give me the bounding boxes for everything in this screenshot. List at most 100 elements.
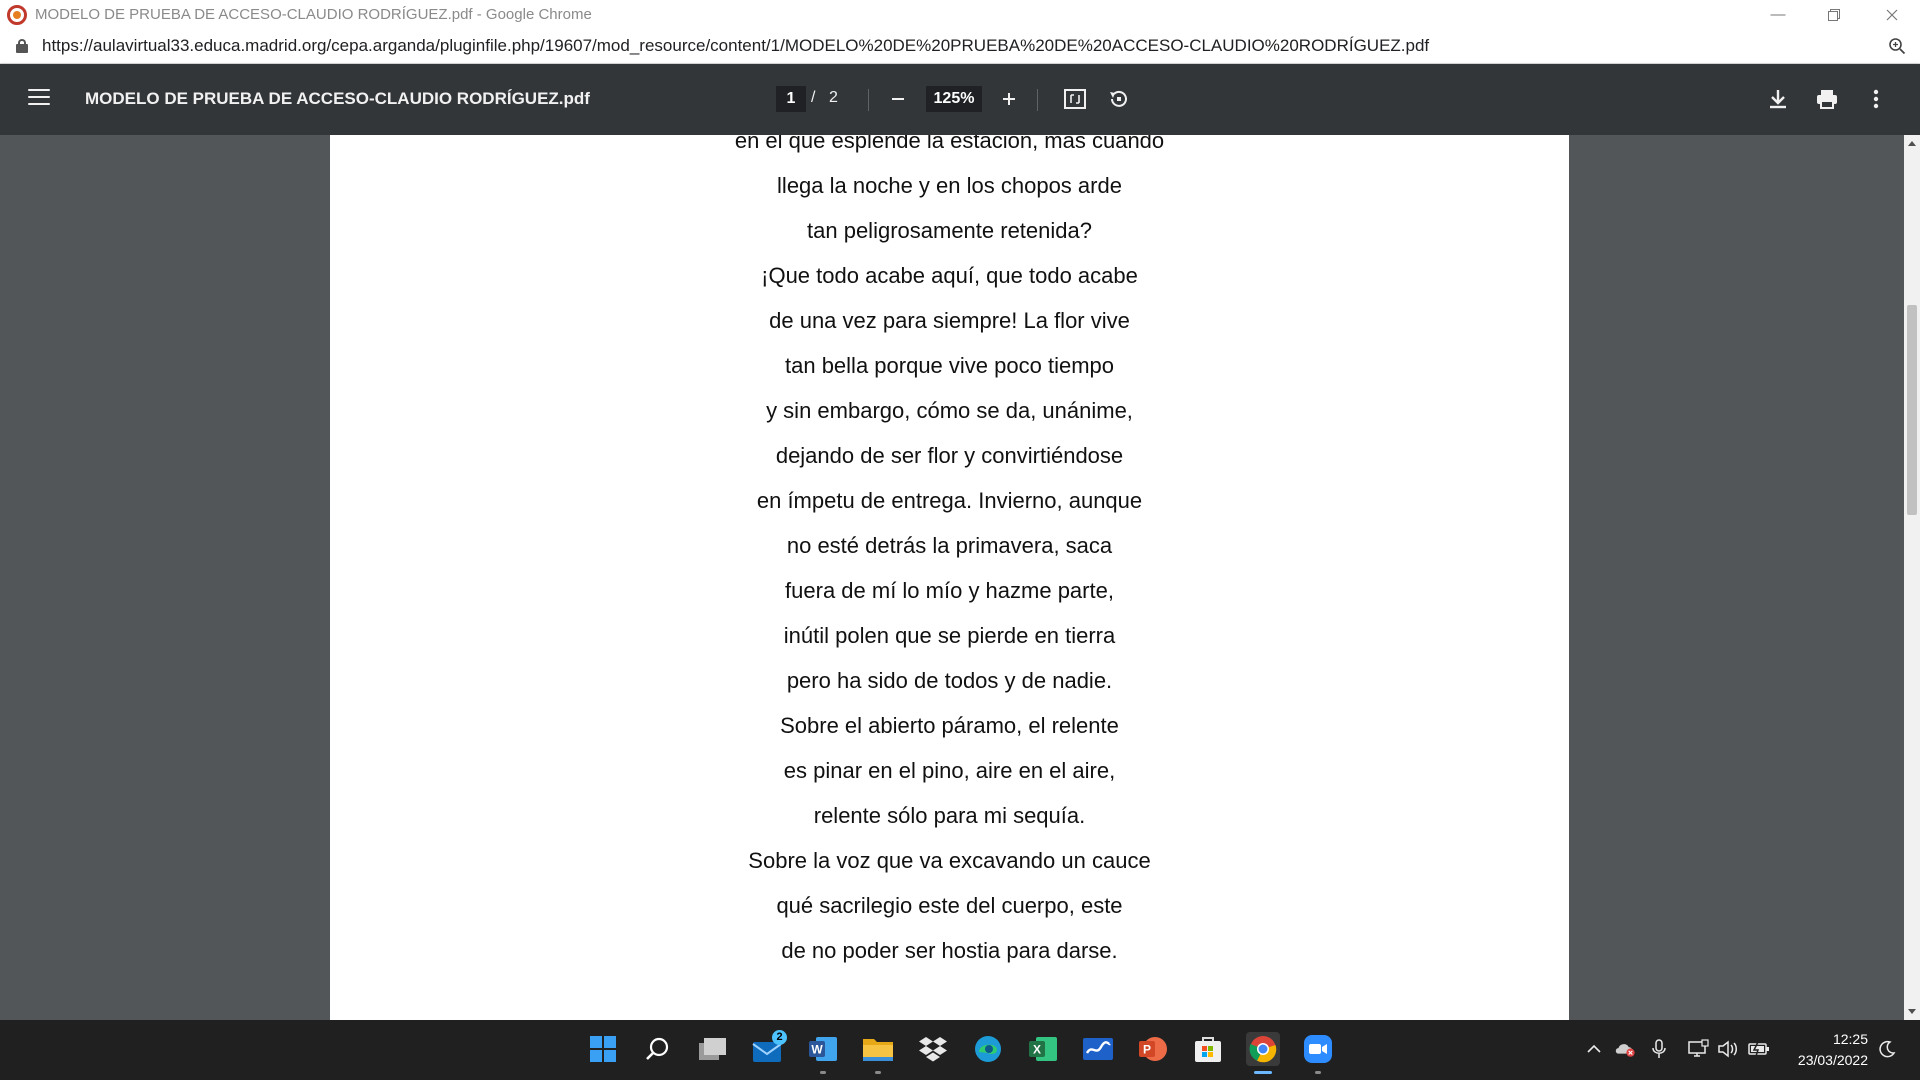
svg-text:P: P — [1143, 1043, 1151, 1057]
poem-line: en ímpetu de entrega. Invierno, aunque — [756, 488, 1143, 513]
clock-date: 23/03/2022 — [1797, 1052, 1868, 1068]
window-title: MODELO DE PRUEBA DE ACCESO-CLAUDIO RODRÍ… — [35, 6, 592, 23]
page-number-input[interactable]: 1 — [776, 86, 806, 112]
scroll-up-arrow-icon[interactable] — [1908, 141, 1916, 146]
network-icon — [1688, 1039, 1709, 1057]
poem-line: no esté detrás la primavera, saca — [786, 533, 1113, 558]
zoom-level-input[interactable]: 125% — [926, 86, 982, 112]
poem-line: inútil polen que se pierde en tierra — [783, 623, 1116, 648]
poem-line: relente sólo para mi sequía. — [813, 803, 1086, 828]
volume-button[interactable] — [1717, 1038, 1739, 1060]
whiteboard-app-button[interactable] — [1081, 1032, 1115, 1066]
word-app-button[interactable]: W — [806, 1032, 840, 1066]
onedrive-error-icon — [1615, 1044, 1635, 1057]
scroll-down-arrow-icon[interactable] — [1908, 1009, 1916, 1014]
window-title-bar: MODELO DE PRUEBA DE ACCESO-CLAUDIO RODRÍ… — [0, 0, 1920, 29]
more-actions-button[interactable] — [1863, 86, 1889, 112]
chevron-up-icon — [1587, 1044, 1601, 1053]
system-clock[interactable]: 12:25 23/03/2022 — [1798, 1029, 1868, 1071]
show-hidden-icons-button[interactable] — [1583, 1038, 1605, 1060]
word-icon: W — [809, 1037, 837, 1061]
task-view-button[interactable] — [696, 1032, 730, 1066]
restore-button[interactable] — [1806, 0, 1862, 29]
excel-icon: X — [1029, 1037, 1057, 1061]
print-icon — [1817, 90, 1837, 109]
network-button[interactable] — [1687, 1038, 1709, 1060]
poem-line: tan bella porque vive poco tiempo — [785, 353, 1114, 378]
close-window-button[interactable] — [1864, 0, 1920, 29]
chrome-app-button[interactable] — [1246, 1032, 1280, 1066]
search-button[interactable] — [641, 1032, 675, 1066]
windows-start-icon — [590, 1036, 616, 1062]
battery-charging-icon — [1748, 1041, 1769, 1057]
minus-icon — [892, 98, 904, 100]
zoom-icon — [1304, 1035, 1332, 1063]
download-icon — [1770, 90, 1786, 109]
poem-line: tan peligrosamente retenida? — [807, 218, 1092, 243]
microphone-icon — [1652, 1039, 1666, 1058]
sidebar-menu-icon[interactable] — [28, 89, 50, 109]
fit-to-page-button[interactable] — [1062, 86, 1088, 112]
zoom-app-button[interactable] — [1301, 1032, 1335, 1066]
poem-line: de no poder ser hostia para darse. — [781, 938, 1118, 963]
zoom-in-button[interactable] — [996, 86, 1022, 112]
lock-icon[interactable] — [16, 39, 28, 53]
microphone-button[interactable] — [1648, 1038, 1670, 1060]
microsoft-store-button[interactable] — [1191, 1032, 1225, 1066]
rotate-button[interactable] — [1106, 86, 1132, 112]
windows-start-button[interactable] — [586, 1032, 620, 1066]
poem-line: es pinar en el pino, aire en el aire, — [783, 758, 1116, 783]
search-icon — [646, 1037, 669, 1060]
moon-icon — [1879, 1040, 1896, 1058]
fit-page-icon — [1064, 89, 1086, 109]
print-button[interactable] — [1814, 86, 1840, 112]
poem-line: Sobre el abierto páramo, el relente — [780, 713, 1119, 738]
poem-line: llega la noche y en los chopos arde — [777, 173, 1122, 198]
battery-button[interactable] — [1748, 1038, 1770, 1060]
file-explorer-icon — [863, 1039, 893, 1061]
close-icon — [1886, 9, 1898, 20]
rotate-counterclockwise-icon — [1110, 90, 1127, 107]
mail-unread-badge: 2 — [772, 1030, 787, 1045]
dropbox-button[interactable] — [916, 1032, 950, 1066]
clock-time: 12:25 — [1832, 1031, 1868, 1047]
restore-icon — [1828, 8, 1840, 21]
pdf-title: MODELO DE PRUEBA DE ACCESO-CLAUDIO RODRÍ… — [85, 89, 590, 108]
excel-app-button[interactable]: X — [1026, 1032, 1060, 1066]
poem-line: ¡Que todo acabe aquí, que todo acabe — [761, 263, 1138, 288]
edge-browser-button[interactable] — [971, 1032, 1005, 1066]
minimize-button[interactable]: — — [1750, 0, 1806, 29]
poem-line: dejando de ser flor y convirtiéndose — [775, 443, 1124, 468]
svg-text:W: W — [811, 1043, 823, 1057]
speaker-icon — [1718, 1040, 1737, 1058]
vertical-scrollbar[interactable] — [1904, 135, 1920, 1020]
scrollbar-thumb[interactable] — [1907, 305, 1917, 515]
microsoft-store-icon — [1195, 1037, 1221, 1062]
zoom-out-button[interactable] — [885, 86, 911, 112]
task-view-icon — [699, 1038, 726, 1060]
poem-line: y sin embargo, cómo se da, unánime, — [766, 398, 1133, 423]
vertical-ellipsis-icon — [1873, 89, 1879, 109]
running-indicator — [820, 1071, 826, 1074]
edge-icon — [975, 1036, 1001, 1062]
mail-app-button[interactable]: 2 — [751, 1030, 787, 1066]
powerpoint-icon: P — [1139, 1037, 1167, 1061]
address-bar[interactable]: https://aulavirtual33.educa.madrid.org/c… — [0, 29, 1920, 64]
running-indicator — [875, 1071, 881, 1074]
file-explorer-button[interactable] — [861, 1032, 895, 1066]
zoom-magnifier-icon[interactable] — [1888, 37, 1906, 55]
taskbar: 2 W X P 12:25 23/03/2022 — [0, 1020, 1920, 1080]
poem-line: Sobre la voz que va excavando un cauce — [748, 848, 1151, 873]
pdf-page: en el que esplende la estación, más cuan… — [330, 135, 1569, 1020]
onedrive-status-button[interactable] — [1614, 1038, 1636, 1060]
poem-line: en el que esplende la estación, más cuan… — [734, 135, 1165, 153]
toolbar-divider — [868, 89, 869, 111]
running-indicator — [1315, 1071, 1321, 1074]
plus-icon — [1003, 93, 1015, 105]
url-text[interactable]: https://aulavirtual33.educa.madrid.org/c… — [42, 36, 1429, 56]
download-button[interactable] — [1765, 86, 1791, 112]
notifications-button[interactable] — [1876, 1038, 1898, 1060]
poem-line: pero ha sido de todos y de nadie. — [786, 668, 1113, 693]
pdf-viewer[interactable]: en el que esplende la estación, más cuan… — [0, 135, 1904, 1020]
powerpoint-app-button[interactable]: P — [1136, 1032, 1170, 1066]
